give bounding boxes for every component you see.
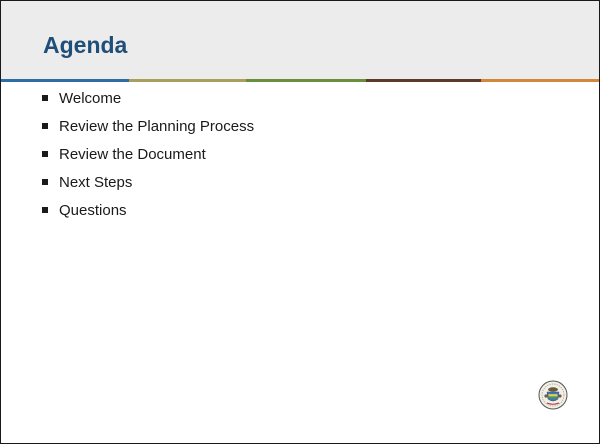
stripe-segment-blue xyxy=(1,79,129,82)
stripe-segment-brown xyxy=(366,79,481,82)
stripe-segment-orange xyxy=(481,79,599,82)
color-stripe xyxy=(1,79,599,82)
stripe-segment-green xyxy=(246,79,366,82)
slide-title: Agenda xyxy=(43,32,128,58)
stripe-segment-tan xyxy=(129,79,246,82)
agenda-item-label: Next Steps xyxy=(59,173,133,191)
bullet-icon xyxy=(42,207,48,213)
agenda-list: Welcome Review the Planning Process Revi… xyxy=(42,89,254,229)
agenda-item-label: Review the Planning Process xyxy=(59,117,255,135)
slide: Agenda Welcome Review the Planning Proce… xyxy=(0,0,600,444)
agenda-item-label: Review the Document xyxy=(59,145,206,163)
title-bar: Agenda xyxy=(1,1,599,79)
agenda-item-label: Welcome xyxy=(59,89,122,107)
agenda-item: Questions xyxy=(42,201,254,219)
agenda-item: Welcome xyxy=(42,89,254,107)
agenda-item: Review the Document xyxy=(42,145,254,163)
agenda-item: Review the Planning Process xyxy=(42,117,254,135)
bullet-icon xyxy=(42,179,48,185)
bullet-icon xyxy=(42,123,48,129)
bullet-icon xyxy=(42,151,48,157)
agenda-item-label: Questions xyxy=(59,201,127,219)
agenda-item: Next Steps xyxy=(42,173,254,191)
bullet-icon xyxy=(42,95,48,101)
state-seal-icon xyxy=(538,380,568,410)
